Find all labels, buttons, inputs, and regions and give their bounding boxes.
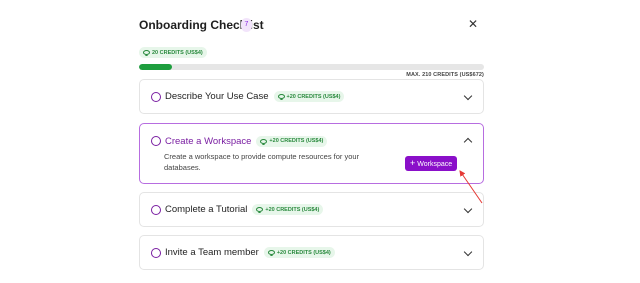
checklist-item-invite[interactable]: Invite a Team member +20 CREDITS (US$4): [139, 235, 484, 270]
item-reward-badge: +20 CREDITS (US$4): [252, 204, 324, 215]
create-workspace-button[interactable]: + Workspace: [405, 156, 458, 171]
earned-credits-label: 20 CREDITS (US$4): [152, 49, 203, 56]
item-title: Describe Your Use Case: [165, 91, 269, 102]
chevron-up-icon[interactable]: [463, 137, 473, 147]
item-reward-label: +20 CREDITS (US$4): [269, 138, 324, 144]
item-reward-label: +20 CREDITS (US$4): [265, 206, 320, 213]
item-title: Invite a Team member: [165, 247, 259, 258]
incomplete-circle-icon: [151, 136, 161, 146]
incomplete-circle-icon: [151, 204, 161, 215]
checklist-item-use-case[interactable]: Describe Your Use Case +20 CREDITS (US$4…: [139, 79, 484, 114]
checklist-count-badge: 7: [241, 18, 252, 32]
chevron-down-icon[interactable]: [463, 204, 473, 214]
create-workspace-label: Workspace: [417, 161, 453, 168]
item-description: Create a workspace to provide compute re…: [164, 152, 360, 172]
credits-progress-bar: [139, 64, 484, 70]
checklist-item-tutorial[interactable]: Complete a Tutorial +20 CREDITS (US$4): [139, 192, 484, 227]
close-icon[interactable]: ✕: [468, 16, 478, 32]
checklist-header: Onboarding Checklist 7 ✕: [139, 16, 484, 36]
plus-icon: +: [410, 158, 416, 168]
chevron-down-icon[interactable]: [463, 91, 473, 101]
coins-icon: [256, 207, 264, 213]
credits-progress-fill: [139, 64, 172, 70]
incomplete-circle-icon: [151, 91, 161, 102]
incomplete-circle-icon: [151, 247, 161, 258]
max-credits-label: MAX. 210 CREDITS (US$672): [406, 72, 484, 78]
earned-credits-badge: 20 CREDITS (US$4): [139, 47, 207, 58]
coins-icon: [267, 250, 275, 256]
item-reward-label: +20 CREDITS (US$4): [286, 93, 341, 100]
item-reward-label: +20 CREDITS (US$4): [276, 249, 331, 256]
coins-icon: [143, 50, 150, 56]
item-title: Complete a Tutorial: [165, 204, 248, 215]
coins-icon: [260, 138, 268, 145]
item-reward-badge: +20 CREDITS (US$4): [256, 135, 328, 147]
coins-icon: [277, 94, 285, 100]
checklist-item-workspace[interactable]: Create a Workspace +20 CREDITS (US$4) Cr…: [139, 123, 484, 184]
item-reward-badge: +20 CREDITS (US$4): [263, 247, 335, 258]
item-title: Create a Workspace: [165, 135, 252, 147]
item-reward-badge: +20 CREDITS (US$4): [273, 91, 345, 102]
chevron-down-icon[interactable]: [463, 247, 473, 257]
